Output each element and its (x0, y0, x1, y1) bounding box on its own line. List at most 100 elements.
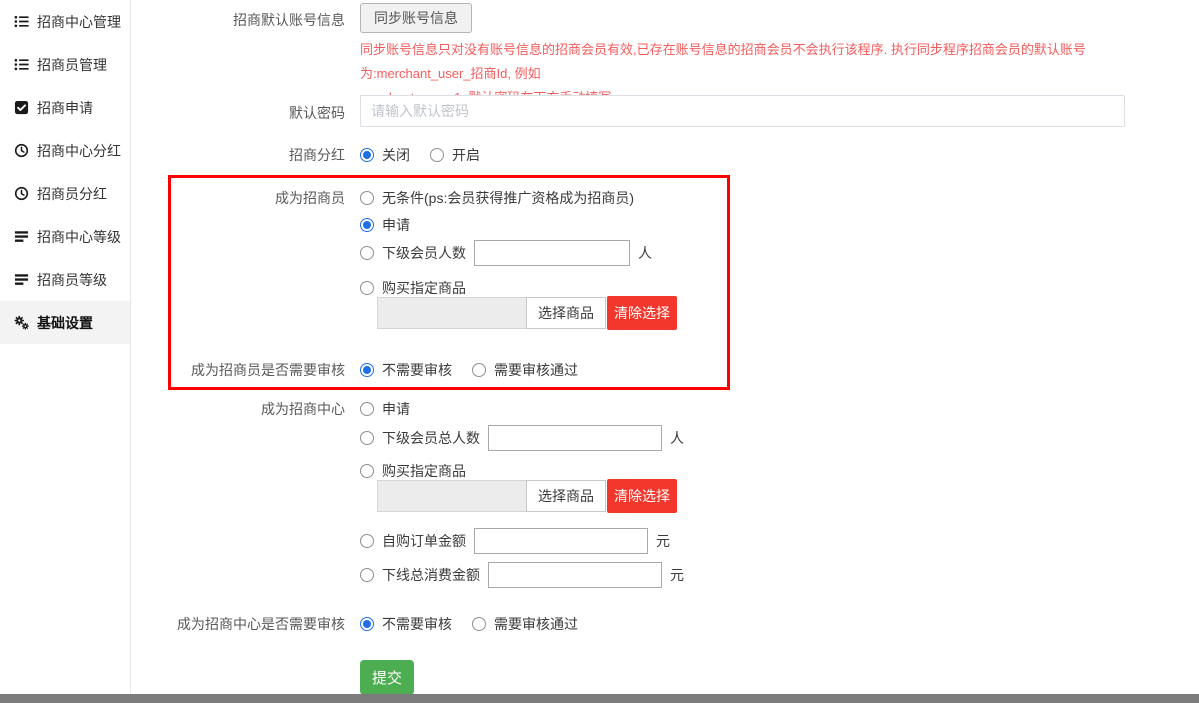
row-become-center-product: 购买指定商品 (131, 461, 1199, 481)
radio-checked-icon[interactable] (360, 363, 374, 377)
radio-unchecked-icon[interactable] (472, 617, 486, 631)
row-agent-review: 成为招商员是否需要审核 不需要审核 需要审核通过 (131, 360, 1199, 380)
row-merchant-dividend: 招商分红 关闭 开启 (131, 145, 1199, 165)
center-apply-label: 申请 (382, 399, 410, 419)
agent-select-product-button[interactable]: 选择商品 (526, 297, 606, 329)
agent-unconditional-option[interactable]: 无条件(ps:会员获得推广资格成为招商员) (360, 188, 634, 208)
agent-review-no-option[interactable]: 不需要审核 (360, 360, 452, 380)
radio-unchecked-icon[interactable] (360, 534, 374, 548)
radio-unchecked-icon[interactable] (430, 148, 444, 162)
horizontal-scrollbar[interactable] (0, 694, 1199, 703)
center-clear-selection-button[interactable]: 清除选择 (607, 479, 677, 513)
row-submit: 提交 (131, 660, 1199, 695)
row-become-agent-uncond: 成为招商员 无条件(ps:会员获得推广资格成为招商员) (131, 188, 1199, 208)
dividend-on-label: 开启 (452, 145, 480, 165)
list-icon (13, 57, 29, 73)
bars-icon (13, 272, 29, 288)
agent-review-yes-label: 需要审核通过 (494, 360, 578, 380)
sidebar-item-label: 招商申请 (37, 98, 93, 118)
agent-apply-option[interactable]: 申请 (360, 215, 410, 235)
center-downline-amount-label: 下线总消费金额 (382, 565, 480, 585)
become-agent-label: 成为招商员 (131, 188, 345, 208)
agent-unconditional-label: 无条件(ps:会员获得推广资格成为招商员) (382, 188, 634, 208)
sidebar-item-staff-dividend[interactable]: 招商员分红 (0, 172, 130, 215)
center-members-option[interactable]: 下级会员总人数 人 (360, 425, 684, 451)
center-downline-amount-input[interactable] (488, 562, 662, 588)
agent-review-yes-option[interactable]: 需要审核通过 (472, 360, 578, 380)
row-agent-product-picker: 选择商品 清除选择 (131, 296, 1199, 330)
sidebar-item-label: 招商中心分红 (37, 141, 121, 161)
center-review-yes-option[interactable]: 需要审核通过 (472, 614, 578, 634)
sidebar-item-merchant-staff-management[interactable]: 招商员管理 (0, 43, 130, 86)
bars-icon (13, 229, 29, 245)
center-select-product-button[interactable]: 选择商品 (526, 480, 606, 512)
radio-unchecked-icon[interactable] (360, 402, 374, 416)
row-center-self-amount: 自购订单金额 元 (131, 527, 1199, 554)
center-product-option[interactable]: 购买指定商品 (360, 461, 466, 481)
agent-review-label: 成为招商员是否需要审核 (131, 360, 345, 380)
row-sync-account: 招商默认账号信息 同步账号信息 (131, 3, 1199, 33)
dividend-on-option[interactable]: 开启 (430, 145, 480, 165)
sync-note-line1: 同步账号信息只对没有账号信息的招商会员有效,已存在账号信息的招商会员不会执行该程… (360, 38, 1166, 86)
radio-checked-icon[interactable] (360, 148, 374, 162)
center-downline-amount-option[interactable]: 下线总消费金额 元 (360, 562, 684, 588)
row-center-product-picker: 选择商品 清除选择 (131, 479, 1199, 513)
submit-button[interactable]: 提交 (360, 660, 414, 695)
radio-unchecked-icon[interactable] (360, 464, 374, 478)
center-self-amount-option[interactable]: 自购订单金额 元 (360, 528, 670, 554)
row-become-center-apply: 成为招商中心 申请 (131, 399, 1199, 419)
dividend-off-option[interactable]: 关闭 (360, 145, 410, 165)
radio-unchecked-icon[interactable] (472, 363, 486, 377)
center-members-count-input[interactable] (488, 425, 662, 451)
radio-unchecked-icon[interactable] (360, 281, 374, 295)
merchant-dividend-label: 招商分红 (131, 145, 345, 165)
sidebar-item-merchant-center-management[interactable]: 招商中心管理 (0, 0, 130, 43)
sidebar-item-label: 基础设置 (37, 313, 93, 333)
row-become-agent-apply: 申请 (131, 215, 1199, 235)
row-center-review: 成为招商中心是否需要审核 不需要审核 需要审核通过 (131, 614, 1199, 634)
row-become-agent-members: 下级会员人数 人 (131, 240, 1199, 266)
default-password-input[interactable] (360, 95, 1125, 127)
sidebar-item-label: 招商员管理 (37, 55, 107, 75)
center-review-label: 成为招商中心是否需要审核 (131, 614, 345, 634)
center-downline-amount-suffix: 元 (670, 565, 684, 585)
radio-unchecked-icon[interactable] (360, 246, 374, 260)
agent-product-label: 购买指定商品 (382, 278, 466, 298)
agent-clear-selection-button[interactable]: 清除选择 (607, 296, 677, 330)
clock-icon (13, 143, 29, 159)
check-square-icon (13, 100, 29, 116)
sidebar-item-label: 招商中心管理 (37, 12, 121, 32)
agent-members-label: 下级会员人数 (382, 243, 466, 263)
radio-checked-icon[interactable] (360, 617, 374, 631)
cogs-icon (13, 315, 29, 331)
sidebar-item-merchant-application[interactable]: 招商申请 (0, 86, 130, 129)
radio-unchecked-icon[interactable] (360, 191, 374, 205)
center-self-amount-input[interactable] (474, 528, 648, 554)
sidebar-item-label: 招商中心等级 (37, 227, 121, 247)
agent-members-count-input[interactable] (474, 240, 630, 266)
radio-checked-icon[interactable] (360, 218, 374, 232)
agent-product-display-input (377, 297, 526, 329)
sync-account-label: 招商默认账号信息 (131, 10, 345, 30)
page: 招商中心管理 招商员管理 招商申请 招商中心分红 招商员分红 (0, 0, 1199, 703)
sidebar-item-center-dividend[interactable]: 招商中心分红 (0, 129, 130, 172)
radio-unchecked-icon[interactable] (360, 568, 374, 582)
agent-members-option[interactable]: 下级会员人数 人 (360, 240, 652, 266)
center-self-amount-label: 自购订单金额 (382, 531, 466, 551)
sync-account-button[interactable]: 同步账号信息 (360, 3, 472, 33)
row-default-password: 默认密码 (131, 95, 1199, 127)
sidebar-item-center-level[interactable]: 招商中心等级 (0, 215, 130, 258)
row-become-agent-product: 购买指定商品 (131, 278, 1199, 298)
list-icon (13, 14, 29, 30)
center-members-label: 下级会员总人数 (382, 428, 480, 448)
radio-unchecked-icon[interactable] (360, 431, 374, 445)
agent-members-suffix: 人 (638, 243, 652, 263)
agent-product-option[interactable]: 购买指定商品 (360, 278, 466, 298)
row-become-center-members: 下级会员总人数 人 (131, 424, 1199, 451)
sidebar-item-label: 招商员等级 (37, 270, 107, 290)
sidebar-item-staff-level[interactable]: 招商员等级 (0, 258, 130, 301)
sidebar-item-basic-settings[interactable]: 基础设置 (0, 301, 130, 344)
center-apply-option[interactable]: 申请 (360, 399, 410, 419)
center-review-no-option[interactable]: 不需要审核 (360, 614, 452, 634)
row-center-downline-amount: 下线总消费金额 元 (131, 561, 1199, 588)
